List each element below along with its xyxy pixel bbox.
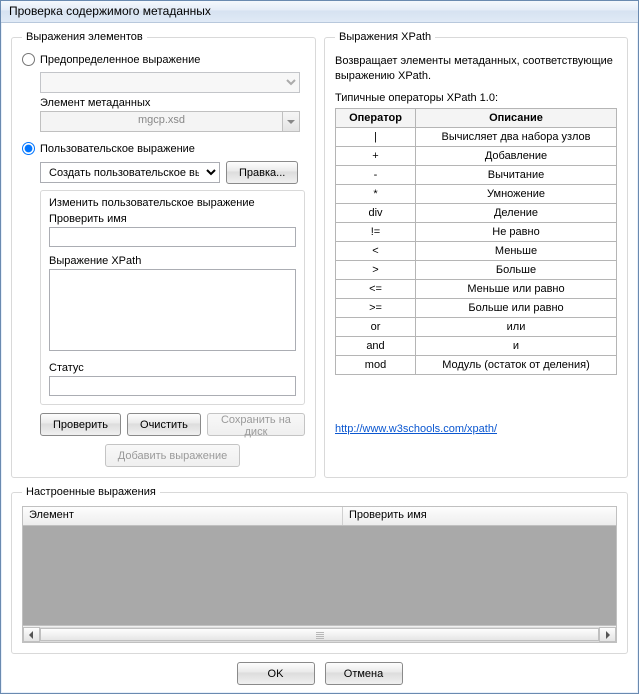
cancel-button[interactable]: Отмена	[325, 662, 403, 685]
metadata-element-value: mgcp.xsd	[40, 111, 283, 132]
scroll-track[interactable]	[40, 627, 599, 642]
operator-row: <=Меньше или равно	[336, 279, 617, 298]
element-expressions-legend: Выражения элементов	[22, 31, 147, 43]
operator-cell: div	[336, 203, 416, 222]
configured-expressions-legend: Настроенные выражения	[22, 486, 160, 498]
operator-cell: +	[336, 146, 416, 165]
configured-table-header: Элемент Проверить имя	[22, 506, 617, 526]
operator-desc-cell: Меньше или равно	[416, 279, 617, 298]
operator-row: <Меньше	[336, 241, 617, 260]
custom-expression-select[interactable]: Создать пользовательское выражение	[40, 162, 220, 183]
edit-group-title: Изменить пользовательское выражение	[49, 197, 296, 209]
operator-desc-cell: или	[416, 317, 617, 336]
operator-desc-cell: Вычисляет два набора узлов	[416, 127, 617, 146]
operator-cell: >	[336, 260, 416, 279]
configured-table-body[interactable]	[22, 526, 617, 626]
scroll-thumb[interactable]	[40, 628, 599, 641]
xpath-expressions-group: Выражения XPath Возвращает элементы мета…	[324, 31, 628, 478]
xpath-expression-label: Выражение XPath	[49, 255, 296, 267]
operator-cell: -	[336, 165, 416, 184]
window-title: Проверка содержимого метаданных	[1, 1, 638, 23]
predefined-radio-label: Предопределенное выражение	[40, 54, 200, 66]
custom-radio[interactable]	[22, 142, 35, 155]
xpath-expressions-legend: Выражения XPath	[335, 31, 435, 43]
operator-row: divДеление	[336, 203, 617, 222]
xpath-operators-heading: Типичные операторы XPath 1.0:	[335, 92, 617, 104]
operator-desc-cell: Больше или равно	[416, 298, 617, 317]
operator-row: !=Не равно	[336, 222, 617, 241]
operators-table: Оператор Описание |Вычисляет два набора …	[335, 108, 617, 375]
client-area: Выражения элементов Предопределенное выр…	[1, 23, 638, 693]
operator-row: andи	[336, 336, 617, 355]
operator-row: +Добавление	[336, 146, 617, 165]
status-input[interactable]	[49, 376, 296, 396]
operator-cell: >=	[336, 298, 416, 317]
save-to-disk-button[interactable]: Сохранить на диск	[207, 413, 305, 436]
operator-row: modМодуль (остаток от деления)	[336, 355, 617, 374]
operator-row: *Умножение	[336, 184, 617, 203]
operator-desc-cell: Меньше	[416, 241, 617, 260]
operator-desc-cell: Больше	[416, 260, 617, 279]
operator-desc-cell: Не равно	[416, 222, 617, 241]
xpath-expression-input[interactable]	[49, 269, 296, 351]
operator-cell: and	[336, 336, 416, 355]
custom-radio-label: Пользовательское выражение	[40, 143, 195, 155]
operator-row: -Вычитание	[336, 165, 617, 184]
operator-row: orили	[336, 317, 617, 336]
check-button[interactable]: Проверить	[40, 413, 121, 436]
operator-desc-cell: Деление	[416, 203, 617, 222]
operators-th-operator: Оператор	[336, 108, 416, 127]
operator-cell: <=	[336, 279, 416, 298]
status-label: Статус	[49, 362, 296, 374]
horizontal-scrollbar[interactable]	[22, 626, 617, 643]
edit-custom-expression-group: Изменить пользовательское выражение Пров…	[40, 190, 305, 405]
metadata-element-dropdown-button[interactable]	[283, 111, 300, 132]
operator-cell: *	[336, 184, 416, 203]
operator-row: |Вычисляет два набора узлов	[336, 127, 617, 146]
w3schools-xpath-link[interactable]: http://www.w3schools.com/xpath/	[335, 423, 497, 435]
operator-cell: !=	[336, 222, 416, 241]
predefined-radio[interactable]	[22, 53, 35, 66]
xpath-description: Возвращает элементы метаданных, соответс…	[335, 54, 617, 84]
operator-desc-cell: Добавление	[416, 146, 617, 165]
scroll-left-button[interactable]	[23, 627, 40, 642]
operator-row: >Больше	[336, 260, 617, 279]
scroll-right-button[interactable]	[599, 627, 616, 642]
check-name-label: Проверить имя	[49, 213, 296, 225]
configured-expressions-group: Настроенные выражения Элемент Проверить …	[11, 486, 628, 654]
operator-cell: or	[336, 317, 416, 336]
operators-th-description: Описание	[416, 108, 617, 127]
operator-desc-cell: Умножение	[416, 184, 617, 203]
operator-desc-cell: Модуль (остаток от деления)	[416, 355, 617, 374]
column-check-name[interactable]: Проверить имя	[343, 507, 616, 525]
clear-button[interactable]: Очистить	[127, 413, 201, 436]
column-element[interactable]: Элемент	[23, 507, 343, 525]
dialog-window: Проверка содержимого метаданных Выражени…	[0, 0, 639, 694]
ok-button[interactable]: OK	[237, 662, 315, 685]
check-name-input[interactable]	[49, 227, 296, 247]
operator-row: >=Больше или равно	[336, 298, 617, 317]
operator-cell: mod	[336, 355, 416, 374]
metadata-element-label: Элемент метаданных	[40, 97, 305, 109]
operator-cell: <	[336, 241, 416, 260]
operator-desc-cell: и	[416, 336, 617, 355]
element-expressions-group: Выражения элементов Предопределенное выр…	[11, 31, 316, 478]
add-expression-button[interactable]: Добавить выражение	[105, 444, 240, 467]
edit-button[interactable]: Правка...	[226, 161, 298, 184]
operator-desc-cell: Вычитание	[416, 165, 617, 184]
operator-cell: |	[336, 127, 416, 146]
predefined-expression-select[interactable]	[40, 72, 300, 93]
